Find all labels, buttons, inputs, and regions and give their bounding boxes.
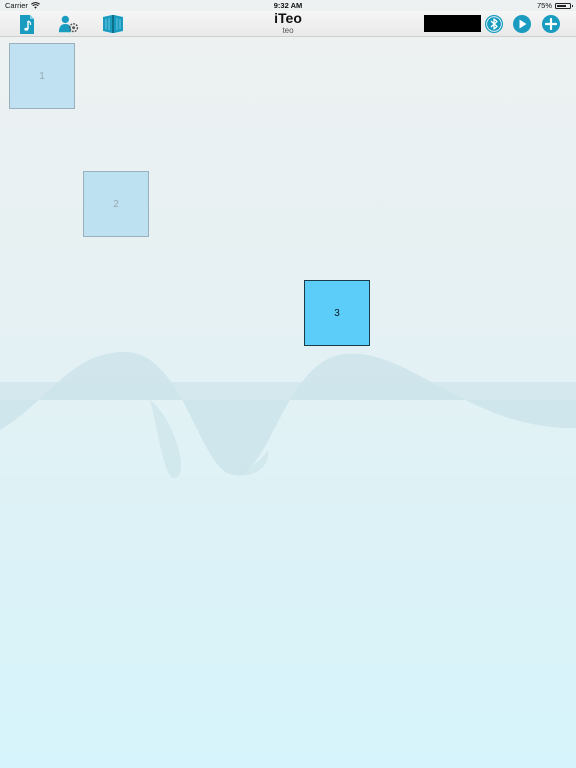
bluetooth-icon (485, 15, 503, 33)
tile-label: 2 (113, 198, 119, 210)
tile-3[interactable]: 3 (304, 280, 370, 346)
tile-label: 3 (334, 307, 340, 319)
battery-icon (555, 2, 573, 9)
battery-percent: 75% (536, 1, 552, 10)
tile-1[interactable]: 1 (9, 43, 75, 109)
bluetooth-button[interactable] (483, 13, 505, 35)
battery-indicator: 75% (536, 1, 573, 10)
add-button[interactable] (540, 13, 562, 35)
status-bar: Carrier 9:32 AM 75% (0, 0, 576, 11)
book-icon (103, 15, 123, 33)
tile-label: 1 (39, 70, 45, 82)
background-wave (0, 352, 576, 479)
music-document-icon (20, 14, 34, 34)
play-button[interactable] (511, 13, 533, 35)
redacted-box (424, 15, 481, 32)
user-settings-button[interactable] (58, 13, 80, 35)
status-time: 9:32 AM (273, 1, 303, 10)
add-icon (542, 15, 560, 33)
user-settings-icon (58, 15, 79, 33)
toolbar: iTeo teo (0, 11, 576, 37)
music-document-button[interactable] (16, 13, 38, 35)
tile-2[interactable]: 2 (83, 171, 149, 237)
play-icon (513, 15, 531, 33)
book-button[interactable] (102, 13, 124, 35)
